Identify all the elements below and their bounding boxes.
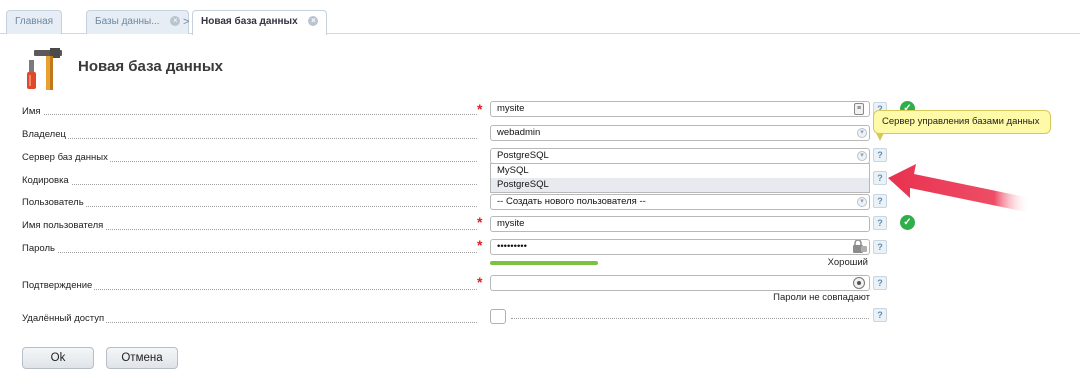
required-icon: * bbox=[477, 214, 483, 230]
show-password-icon[interactable] bbox=[853, 277, 865, 289]
name-field[interactable]: mysite ≡ bbox=[490, 101, 870, 117]
password-label: Пароль bbox=[22, 243, 57, 254]
username-label: Имя пользователя bbox=[22, 220, 106, 231]
password-field[interactable]: ••••••••• bbox=[490, 239, 870, 255]
db-server-select-value: PostgreSQL bbox=[497, 150, 549, 161]
db-server-select[interactable]: PostgreSQL ▾ bbox=[490, 148, 870, 164]
required-icon: * bbox=[477, 101, 483, 117]
chevron-down-icon: ▾ bbox=[857, 151, 867, 161]
tooltip: Сервер управления базами данных bbox=[873, 110, 1051, 134]
name-label: Имя bbox=[22, 106, 43, 117]
db-server-label: Сервер баз данных bbox=[22, 152, 110, 163]
breadcrumb-arrow-icon: > bbox=[183, 16, 190, 28]
remote-access-label: Удалённый доступ bbox=[22, 313, 107, 324]
help-icon[interactable]: ? bbox=[873, 276, 887, 290]
help-icon[interactable]: ? bbox=[873, 240, 887, 254]
tab-databases-label: Базы данны... bbox=[95, 16, 160, 27]
user-label: Пользователь bbox=[22, 197, 86, 208]
username-field[interactable]: mysite bbox=[490, 216, 870, 232]
user-select-value: -- Создать нового пользователя -- bbox=[497, 196, 646, 207]
password-strength-text: Хороший bbox=[827, 257, 868, 268]
password-field-value: ••••••••• bbox=[497, 241, 527, 252]
user-select[interactable]: -- Создать нового пользователя -- ▾ bbox=[490, 194, 870, 210]
owner-select[interactable]: webadmin ▾ bbox=[490, 125, 870, 141]
autofill-icon[interactable]: ≡ bbox=[854, 103, 864, 115]
chevron-down-icon: ▾ bbox=[857, 197, 867, 207]
encoding-label: Кодировка bbox=[22, 175, 71, 186]
help-icon[interactable]: ? bbox=[873, 308, 887, 322]
dropdown-option-postgresql[interactable]: PostgreSQL bbox=[491, 178, 869, 192]
owner-label: Владелец bbox=[22, 129, 68, 140]
tooltip-tail bbox=[876, 133, 884, 141]
tab-new-database-label: Новая база данных bbox=[201, 16, 298, 27]
generate-password-icon[interactable] bbox=[852, 240, 868, 254]
required-icon: * bbox=[477, 237, 483, 253]
password-mismatch-text: Пароли не совпадают bbox=[773, 292, 870, 303]
cancel-button[interactable]: Отмена bbox=[106, 347, 178, 369]
tab-home[interactable]: Главная bbox=[6, 10, 63, 34]
dropdown-option-mysql[interactable]: MySQL bbox=[491, 164, 869, 178]
tab-home-label: Главная bbox=[15, 16, 54, 27]
close-icon[interactable]: × bbox=[308, 16, 319, 27]
row-divider bbox=[511, 318, 869, 319]
username-field-value: mysite bbox=[497, 218, 525, 229]
confirm-label: Подтверждение bbox=[22, 280, 95, 291]
name-field-value: mysite bbox=[497, 103, 525, 114]
annotation-arrow-icon bbox=[888, 164, 1030, 212]
required-icon: * bbox=[477, 274, 483, 290]
ok-button[interactable]: Ok bbox=[22, 347, 94, 369]
tools-icon bbox=[27, 48, 62, 90]
password-strength-bar bbox=[490, 261, 598, 265]
tab-databases[interactable]: Базы данны... × bbox=[86, 10, 190, 34]
remote-access-checkbox[interactable] bbox=[490, 309, 506, 324]
chevron-down-icon: ▾ bbox=[857, 128, 867, 138]
owner-select-value: webadmin bbox=[497, 127, 541, 138]
db-server-dropdown[interactable]: MySQL PostgreSQL bbox=[490, 163, 870, 193]
tab-new-database[interactable]: Новая база данных × bbox=[192, 10, 328, 35]
page-title: Новая база данных bbox=[78, 58, 223, 75]
close-icon[interactable]: × bbox=[170, 16, 181, 27]
tab-bar: Главная Базы данны... × > Новая база дан… bbox=[0, 0, 1080, 35]
confirm-field[interactable] bbox=[490, 275, 870, 291]
